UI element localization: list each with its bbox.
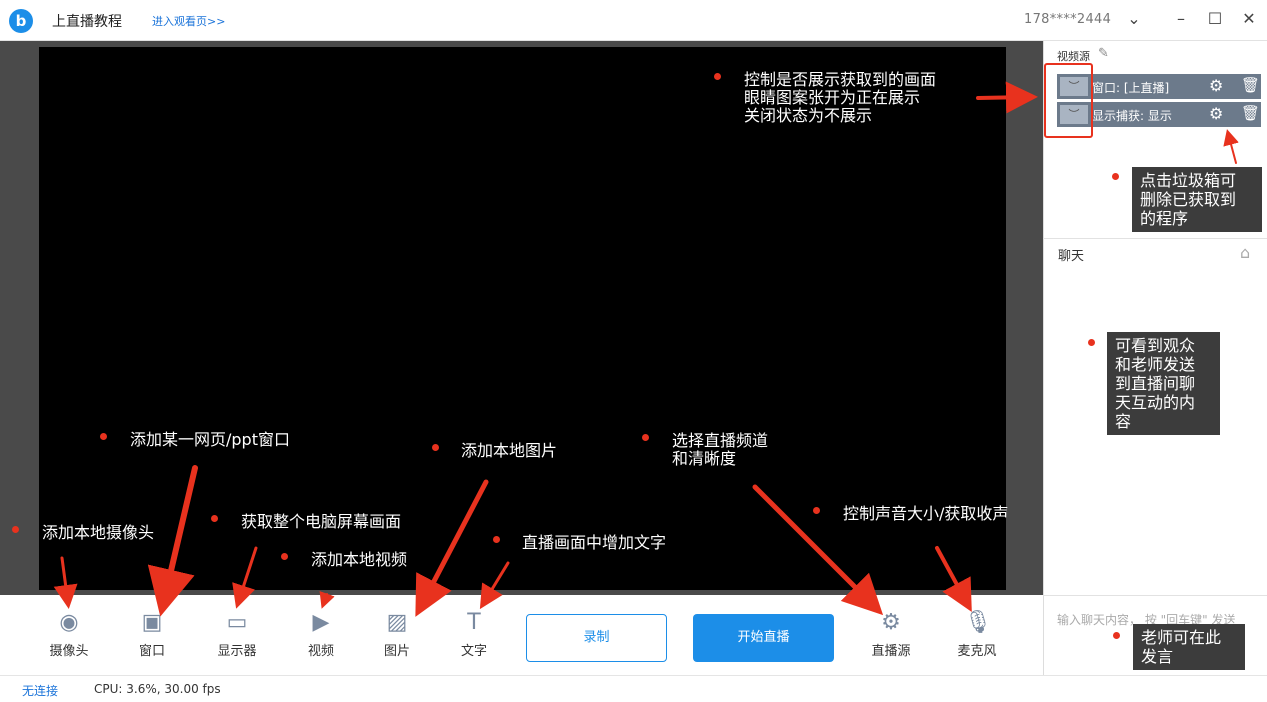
annotation-dot — [642, 434, 649, 441]
annotation-trash: 点击垃圾箱可 删除已获取到 的程序 — [1132, 167, 1262, 232]
account-label[interactable]: 178****2444 — [1024, 12, 1111, 27]
window-button[interactable]: ▣ 窗口 — [122, 610, 182, 659]
image-label: 图片 — [383, 644, 410, 659]
start-live-button[interactable]: 开始直播 — [693, 614, 834, 662]
window-label: 窗口 — [138, 644, 165, 659]
network-status: 无连接 — [22, 684, 59, 698]
chevron-down-icon[interactable]: ⌄ — [1124, 9, 1144, 29]
monitor-label: 显示器 — [217, 644, 257, 659]
cpu-status: CPU: 3.6%, 30.00 fps — [94, 682, 221, 696]
annotation-screen: 获取整个电脑屏幕画面 — [241, 512, 402, 531]
watch-page-link[interactable]: 进入观看页>> — [152, 13, 225, 29]
annotation-dot — [714, 73, 721, 80]
maximize-icon[interactable]: ☐ — [1205, 9, 1225, 29]
record-button[interactable]: 录制 — [526, 614, 667, 662]
monitor-button[interactable]: ▭ 显示器 — [207, 610, 267, 659]
eye-highlight-box — [1044, 63, 1093, 138]
annotation-channel: 选择直播频道 和清晰度 — [672, 431, 769, 468]
gear-icon[interactable]: ⚙ — [1209, 104, 1223, 123]
status-bar: 无连接 CPU: 3.6%, 30.00 fps — [0, 675, 1267, 702]
gear-icon: ⚙ — [881, 610, 901, 635]
annotation-video: 添加本地视频 — [311, 550, 408, 569]
annotation-dot — [493, 536, 500, 543]
annotation-dot — [100, 433, 107, 440]
video-icon: ▶ — [312, 610, 330, 635]
chat-settings-icon[interactable]: ⌂ — [1240, 243, 1250, 262]
source-label: 窗口: [上直播] — [1092, 81, 1170, 95]
divider — [1043, 595, 1267, 596]
image-button[interactable]: ▨ 图片 — [367, 610, 427, 659]
annotation-dot — [1088, 339, 1095, 346]
microphone-button[interactable]: 🎙 麦克风 — [947, 610, 1007, 659]
gear-icon[interactable]: ⚙ — [1209, 76, 1223, 95]
chat-title: 聊天 — [1058, 249, 1085, 264]
annotation-image: 添加本地图片 — [461, 441, 558, 460]
app-title: 上直播教程 — [52, 14, 122, 30]
annotation-dot — [1112, 173, 1119, 180]
title-bar: b 上直播教程 进入观看页>> 178****2444 ⌄ – ☐ ✕ — [0, 0, 1267, 41]
app-logo: b — [9, 9, 33, 33]
camera-label: 摄像头 — [49, 644, 89, 659]
video-button[interactable]: ▶ 视频 — [291, 610, 351, 659]
microphone-icon: 🎙 — [964, 610, 992, 635]
image-icon: ▨ — [386, 610, 408, 635]
annotation-dot — [432, 444, 439, 451]
annotation-text: 直播画面中增加文字 — [522, 533, 667, 552]
edit-sources-icon[interactable]: ✎ — [1098, 46, 1109, 61]
text-label: 文字 — [460, 644, 487, 659]
annotation-dot — [211, 515, 218, 522]
bottom-toolbar: ◉ 摄像头 ▣ 窗口 ▭ 显示器 ▶ 视频 ▨ 图片 T 文字 录制 开始直播 … — [0, 596, 1043, 675]
trash-icon[interactable]: 🗑 — [1241, 104, 1260, 122]
annotation-webpage: 添加某一网页/ppt窗口 — [130, 430, 290, 449]
stream-source-button[interactable]: ⚙ 直播源 — [861, 610, 921, 659]
window-icon: ▣ — [141, 610, 163, 635]
annotation-dot — [281, 553, 288, 560]
stream-source-label: 直播源 — [871, 644, 911, 659]
text-icon: T — [467, 610, 481, 635]
annotation-chat: 可看到观众 和老师发送 到直播间聊 天互动的内 容 — [1107, 332, 1220, 435]
sources-title: 视频源 — [1057, 50, 1090, 63]
annotation-dot — [1113, 632, 1120, 639]
minimize-icon[interactable]: – — [1171, 9, 1191, 29]
annotation-eye: 控制是否展示获取到的画面 眼睛图案张开为正在展示 关闭状态为不展示 — [744, 70, 937, 125]
camera-button[interactable]: ◉ 摄像头 — [39, 610, 99, 659]
microphone-label: 麦克风 — [957, 644, 997, 659]
source-label: 显示捕获: 显示 — [1092, 109, 1172, 123]
camera-icon: ◉ — [59, 610, 79, 635]
trash-icon[interactable]: 🗑 — [1241, 76, 1260, 94]
monitor-icon: ▭ — [226, 610, 248, 635]
annotation-dot — [12, 526, 19, 533]
divider — [1043, 238, 1267, 239]
annotation-sound: 控制声音大小/获取收声 — [843, 504, 1009, 523]
annotation-camera: 添加本地摄像头 — [42, 523, 155, 542]
annotation-speak: 老师可在此 发言 — [1133, 624, 1245, 670]
video-label: 视频 — [307, 644, 334, 659]
text-button[interactable]: T 文字 — [444, 610, 504, 659]
close-icon[interactable]: ✕ — [1239, 9, 1259, 29]
annotation-dot — [813, 507, 820, 514]
